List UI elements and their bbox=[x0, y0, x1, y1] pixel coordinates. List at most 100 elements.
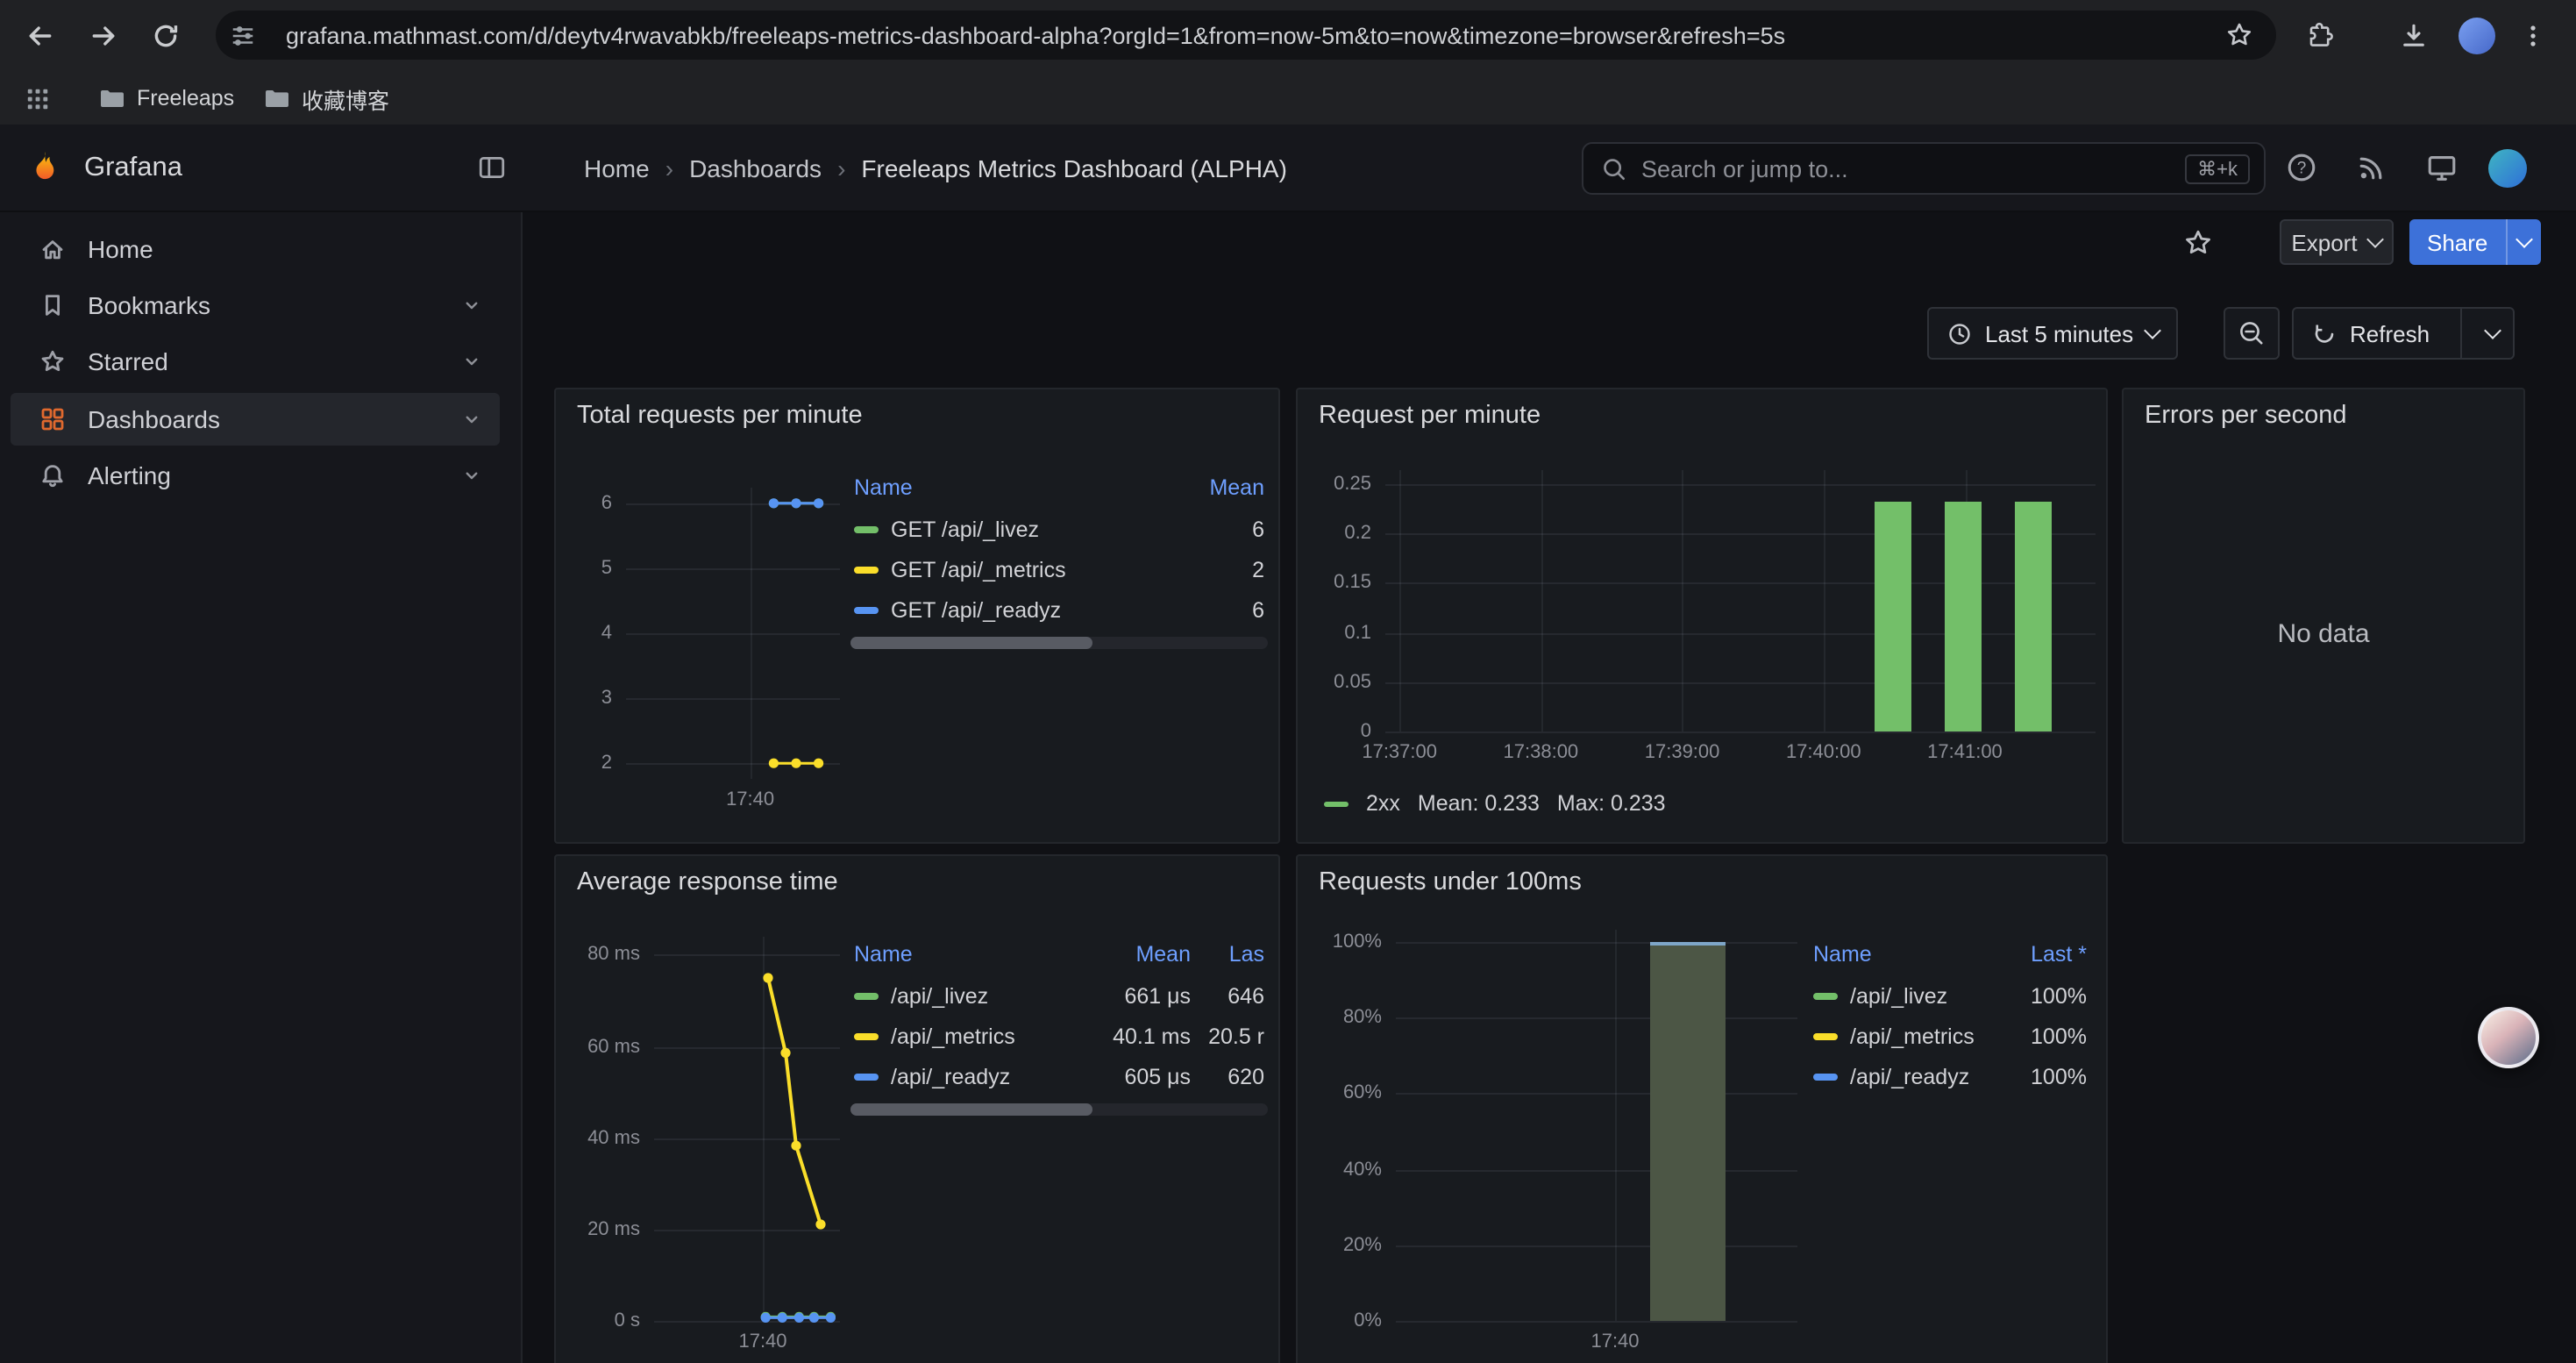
share-button[interactable]: Share bbox=[2409, 219, 2540, 265]
table-row[interactable]: /api/_metrics40.1 ms20.5 r bbox=[850, 1016, 1268, 1056]
display-button[interactable] bbox=[2420, 146, 2462, 189]
chevron-down-icon bbox=[2484, 322, 2501, 339]
y-axis-label: 0.05 bbox=[1298, 670, 1371, 695]
x-axis-label: 17:41:00 bbox=[1895, 740, 2035, 765]
x-axis-label: 17:38:00 bbox=[1470, 740, 1611, 765]
bookmark-label: 收藏博客 bbox=[302, 82, 389, 115]
search-icon bbox=[1601, 155, 1627, 182]
dock-menu-button[interactable] bbox=[470, 146, 512, 189]
sidebar-item-home[interactable]: Home bbox=[11, 223, 500, 275]
breadcrumb: Home›Dashboards›Freeleaps Metrics Dashbo… bbox=[584, 153, 1287, 182]
gridline bbox=[1385, 731, 2096, 733]
panel-title[interactable]: Average response time bbox=[577, 868, 838, 896]
sidebar-nav: Home Bookmarks Starred Dashboards Alerti… bbox=[0, 212, 523, 1363]
series-point bbox=[761, 1313, 771, 1323]
chevron-down-icon[interactable] bbox=[461, 465, 482, 486]
horizontal-scrollbar[interactable] bbox=[850, 1103, 1268, 1116]
breadcrumb-home[interactable]: Home bbox=[584, 153, 650, 182]
share-dropdown-button[interactable] bbox=[2507, 219, 2540, 265]
breadcrumb-dashboards[interactable]: Dashboards bbox=[689, 153, 822, 182]
gridline bbox=[751, 488, 752, 779]
sidebar-item-label: Alerting bbox=[88, 461, 461, 489]
grafana-logo[interactable] bbox=[26, 148, 63, 187]
gridline bbox=[1385, 632, 2096, 634]
bookmark-folder-blogs[interactable]: 收藏博客 bbox=[263, 72, 389, 125]
back-icon bbox=[24, 20, 53, 50]
scrollbar-thumb[interactable] bbox=[850, 637, 1092, 649]
zoom-out-button[interactable] bbox=[2224, 307, 2280, 360]
help-button[interactable]: ? bbox=[2280, 146, 2322, 189]
table-row[interactable]: GET /api/_livez6 bbox=[850, 509, 1268, 549]
column-header[interactable]: Last * bbox=[2006, 942, 2087, 967]
table-row[interactable]: /api/_readyz605 μs620 bbox=[850, 1056, 1268, 1096]
series-point bbox=[780, 1048, 790, 1058]
profile-button[interactable] bbox=[2451, 11, 2501, 60]
sidebar-item-starred[interactable]: Starred bbox=[11, 335, 500, 388]
refresh-button[interactable]: Refresh bbox=[2292, 307, 2514, 360]
column-header[interactable]: Las bbox=[1191, 942, 1264, 967]
series-point bbox=[769, 498, 779, 508]
forward-icon bbox=[89, 20, 118, 50]
chart-bar bbox=[2015, 501, 2052, 731]
time-range-picker[interactable]: Last 5 minutes bbox=[1927, 307, 2177, 360]
export-button[interactable]: Export bbox=[2280, 219, 2394, 265]
panel-title[interactable]: Errors per second bbox=[2145, 402, 2347, 430]
table-row[interactable]: /api/_metrics100% bbox=[1810, 1016, 2090, 1056]
column-header[interactable]: Name bbox=[854, 475, 1166, 500]
scrollbar-thumb[interactable] bbox=[850, 1103, 1092, 1116]
series-point bbox=[814, 498, 823, 508]
gridline bbox=[626, 698, 840, 700]
column-header[interactable]: Name bbox=[854, 942, 1078, 967]
column-header[interactable]: Name bbox=[1813, 942, 2006, 967]
panel-title[interactable]: Request per minute bbox=[1319, 402, 1541, 430]
column-header[interactable]: Mean bbox=[1166, 475, 1264, 500]
back-button[interactable] bbox=[14, 11, 63, 60]
brand-name[interactable]: Grafana bbox=[84, 152, 182, 183]
home-icon bbox=[39, 235, 67, 263]
sidebar-item-bookmarks[interactable]: Bookmarks bbox=[11, 279, 500, 332]
bookmark-folder-freeleaps[interactable]: Freeleaps bbox=[98, 72, 234, 125]
x-axis-label: 17:39:00 bbox=[1612, 740, 1753, 765]
floating-avatar[interactable] bbox=[2478, 1007, 2539, 1068]
panel-title[interactable]: Total requests per minute bbox=[577, 402, 863, 430]
refresh-interval-dropdown[interactable] bbox=[2473, 309, 2512, 358]
table-row[interactable]: /api/_livez661 μs646 bbox=[850, 975, 1268, 1016]
cell-value: 100% bbox=[2006, 983, 2087, 1008]
extensions-button[interactable] bbox=[2295, 11, 2345, 60]
favorite-dashboard-button[interactable] bbox=[2176, 221, 2218, 263]
table-row[interactable]: GET /api/_readyz6 bbox=[850, 589, 1268, 630]
apps-grid-button[interactable] bbox=[18, 81, 56, 116]
series-name: GET /api/_livez bbox=[891, 517, 1039, 541]
gridline bbox=[1824, 470, 1825, 731]
browser-menu-button[interactable] bbox=[2508, 11, 2557, 60]
refresh-main[interactable]: Refresh bbox=[2294, 320, 2447, 346]
series-point bbox=[791, 498, 801, 508]
series-point bbox=[761, 1312, 771, 1322]
chevron-down-icon[interactable] bbox=[461, 409, 482, 430]
panel-title[interactable]: Requests under 100ms bbox=[1319, 868, 1582, 896]
table-row[interactable]: /api/_livez100% bbox=[1810, 975, 2090, 1016]
reload-button[interactable] bbox=[140, 11, 189, 60]
bookmark-star-button[interactable] bbox=[2217, 14, 2262, 56]
sidebar-item-alerting[interactable]: Alerting bbox=[11, 449, 500, 502]
sidebar-item-label: Dashboards bbox=[88, 405, 461, 433]
chevron-down-icon[interactable] bbox=[461, 351, 482, 372]
sidebar-item-label: Bookmarks bbox=[88, 291, 461, 319]
bookmark-label: Freeleaps bbox=[137, 86, 234, 111]
table-row[interactable]: GET /api/_metrics2 bbox=[850, 549, 1268, 589]
horizontal-scrollbar[interactable] bbox=[850, 637, 1268, 649]
column-header[interactable]: Mean bbox=[1078, 942, 1191, 967]
site-info-button[interactable] bbox=[216, 11, 268, 60]
chevron-down-icon[interactable] bbox=[461, 295, 482, 316]
user-avatar[interactable] bbox=[2488, 148, 2527, 187]
news-button[interactable] bbox=[2350, 146, 2392, 189]
downloads-button[interactable] bbox=[2388, 11, 2437, 60]
panel-errors-per-second: Errors per second No data bbox=[2122, 388, 2525, 844]
table-row[interactable]: /api/_readyz100% bbox=[1810, 1056, 2090, 1096]
sidebar-item-dashboards[interactable]: Dashboards bbox=[11, 393, 500, 446]
forward-button[interactable] bbox=[79, 11, 128, 60]
url-bar[interactable]: grafana.mathmast.com/d/deytv4rwavabkb/fr… bbox=[216, 11, 2276, 60]
legend-series-name[interactable]: 2xx bbox=[1366, 791, 1400, 816]
search-bar[interactable]: Search or jump to... ⌘+k bbox=[1582, 142, 2266, 195]
url-text[interactable]: grafana.mathmast.com/d/deytv4rwavabkb/fr… bbox=[286, 22, 2276, 48]
